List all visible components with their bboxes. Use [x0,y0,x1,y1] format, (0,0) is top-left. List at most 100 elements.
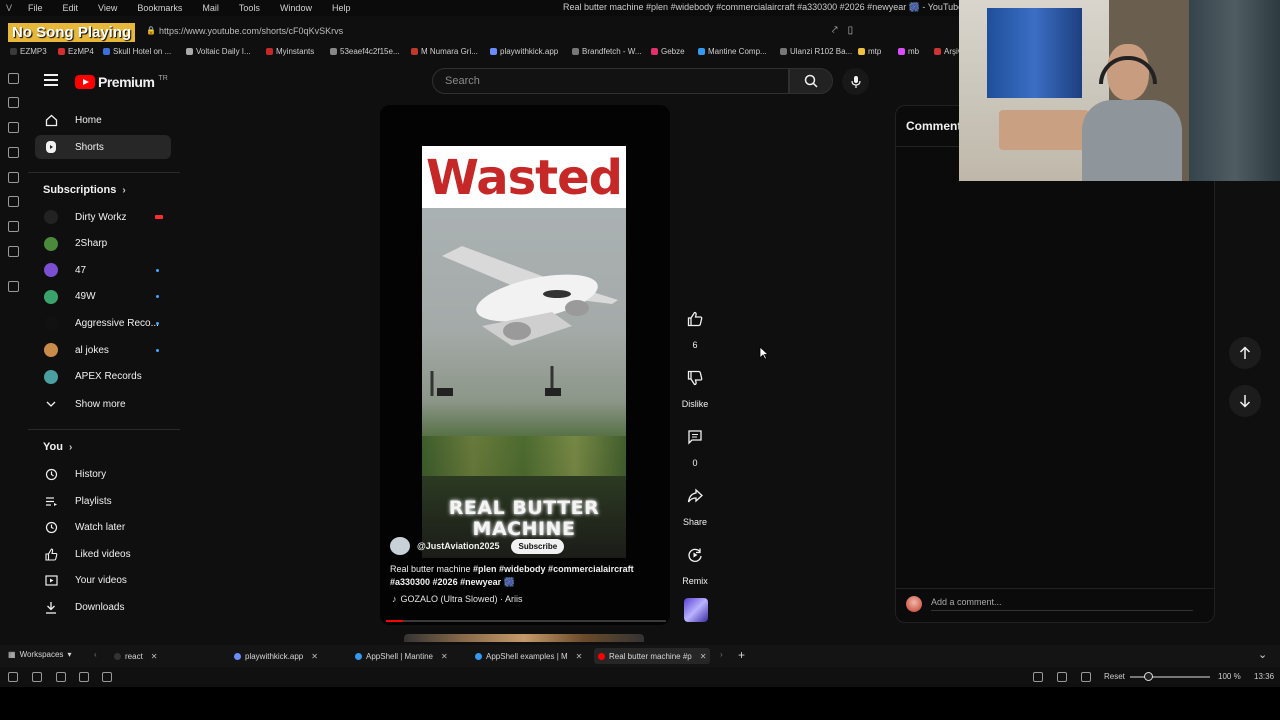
workspaces-button[interactable]: ▦ Workspaces ▾ [8,650,71,659]
capture-icon[interactable] [79,672,89,682]
sound-thumbnail[interactable] [684,598,708,622]
dislike-button[interactable]: Dislike [675,363,715,409]
history-panel-icon[interactable] [8,122,19,133]
menu-tools[interactable]: Tools [229,3,270,13]
previous-short-button[interactable] [1229,337,1261,369]
short-music[interactable]: ♪ GOZALO (Ultra Slowed) · Ariis [392,594,523,604]
window-panel-icon[interactable] [8,221,19,232]
guide-your-videos[interactable]: Your videos [35,568,171,592]
browser-tab[interactable]: playwithkick.app ✕ [234,648,318,664]
new-tab-button[interactable]: + [738,648,745,662]
guide-shorts[interactable]: Shorts [35,135,171,159]
bookmark-item[interactable]: Gebze [651,47,685,56]
url-field[interactable]: https://www.youtube.com/shorts/cF0qKvSKr… [159,26,343,36]
you-heading[interactable]: You › [43,441,72,453]
share-page-icon[interactable]: ⤤ [832,25,838,36]
bookmark-item[interactable]: mb [898,47,919,56]
bookmark-page-icon[interactable]: ▯ [848,25,854,36]
remix-button[interactable]: Remix [675,540,715,586]
close-tab-icon[interactable]: ✕ [151,652,158,661]
page-tiling-icon[interactable] [1057,672,1067,682]
bookmark-item[interactable]: Ulanzi R102 Ba... [780,47,852,56]
zoom-reset-button[interactable]: Reset [1104,672,1125,681]
tiling-icon[interactable] [32,672,42,682]
short-progress-bar[interactable] [386,620,666,622]
mail-panel-icon[interactable] [8,246,19,257]
menu-file[interactable]: File [18,3,53,13]
menu-window[interactable]: Window [270,3,322,13]
channel-avatar[interactable] [390,537,410,555]
bookmark-item[interactable]: EzMP4 [58,47,94,56]
bookmark-item[interactable]: mtp [858,47,881,56]
search-input[interactable] [445,75,788,87]
guide-downloads[interactable]: Downloads [35,595,171,619]
menu-help[interactable]: Help [322,3,361,13]
voice-search-button[interactable] [842,68,869,95]
browser-tab[interactable]: AppShell | Mantine ✕ [355,648,448,664]
subscription-item[interactable]: 2Sharp [35,232,171,256]
browser-tab[interactable]: Real butter machine #p ✕ [594,648,711,664]
bookmark-item[interactable]: Brandfetch - W... [572,47,642,56]
guide-menu-icon[interactable] [44,74,58,86]
guide-liked-videos[interactable]: Liked videos [35,542,171,566]
vivaldi-logo-icon[interactable]: V [0,3,18,13]
guide-home[interactable]: Home [35,108,171,132]
menu-edit[interactable]: Edit [53,3,89,13]
share-button[interactable]: Share [675,481,715,527]
show-more-button[interactable]: Show more [35,392,171,416]
subscription-item[interactable]: APEX Records [35,365,171,389]
downloads-panel-icon[interactable] [8,97,19,108]
menu-bookmarks[interactable]: Bookmarks [127,3,192,13]
comments-button[interactable]: 0 [675,422,715,468]
reading-list-panel-icon[interactable] [8,196,19,207]
bookmark-item[interactable]: Skull Hotel on ... [103,47,171,56]
search-button[interactable] [789,68,833,94]
browser-tab[interactable]: AppShell examples | M ✕ [475,648,582,664]
menu-view[interactable]: View [88,3,127,13]
add-panel-icon[interactable] [8,281,19,292]
browser-tab[interactable]: react ✕ [114,648,158,664]
subscription-item[interactable]: Aggressive Reco... [35,311,171,335]
next-short-preview[interactable] [404,634,644,642]
next-short-button[interactable] [1229,385,1261,417]
like-button[interactable]: 6 [675,304,715,350]
tab-menu-icon[interactable]: ⌄ [1258,648,1267,661]
channel-name[interactable]: @JustAviation2025 [417,541,499,551]
short-video[interactable]: Wasted REAL BUTTER MACHINE [422,146,626,558]
cloud-icon[interactable] [56,672,66,682]
guide-history[interactable]: History [35,462,171,486]
lock-icon[interactable]: 🔒 [146,26,156,35]
bookmark-item[interactable]: Mantine Comp... [698,47,767,56]
tab-scroll-right-icon[interactable]: › [720,650,723,659]
bookmark-item[interactable]: Arşiv [934,47,962,56]
add-comment-input[interactable] [931,597,1193,611]
subscription-item[interactable]: 47 [35,258,171,282]
bookmarks-panel-icon[interactable] [8,73,19,84]
bookmark-item[interactable]: Myinstants [266,47,314,56]
subscription-item[interactable]: Dirty Workz [35,205,171,229]
zoom-slider[interactable] [1130,676,1210,678]
bookmark-item[interactable]: M Numara Gri... [411,47,478,56]
zoom-slider-handle[interactable] [1144,672,1153,681]
bookmark-item[interactable]: playwithkick.app [490,47,558,56]
bookmark-item[interactable]: 53eaef4c2f15e... [330,47,400,56]
subscribe-button[interactable]: Subscribe [511,538,565,554]
youtube-premium-logo[interactable]: Premium TR [75,74,168,90]
tab-scroll-left-icon[interactable]: ‹ [94,650,97,659]
menu-mail[interactable]: Mail [192,3,229,13]
screenshot-icon[interactable] [1033,672,1043,682]
calendar-icon[interactable] [102,672,112,682]
subscriptions-heading[interactable]: Subscriptions › [43,184,126,196]
subscription-item[interactable]: 49W [35,285,171,309]
subscription-item[interactable]: al jokes [35,338,171,362]
close-tab-icon[interactable]: ✕ [311,652,318,661]
page-actions-icon[interactable] [1081,672,1091,682]
guide-watch-later[interactable]: Watch later [35,515,171,539]
close-tab-icon[interactable]: ✕ [576,652,583,661]
close-tab-icon[interactable]: ✕ [441,652,448,661]
bookmark-item[interactable]: EZMP3 [10,47,47,56]
bookmark-item[interactable]: Voltaic Daily I... [186,47,251,56]
close-tab-icon[interactable]: ✕ [700,652,707,661]
sync-icon[interactable] [8,672,18,682]
translate-panel-icon[interactable] [8,172,19,183]
